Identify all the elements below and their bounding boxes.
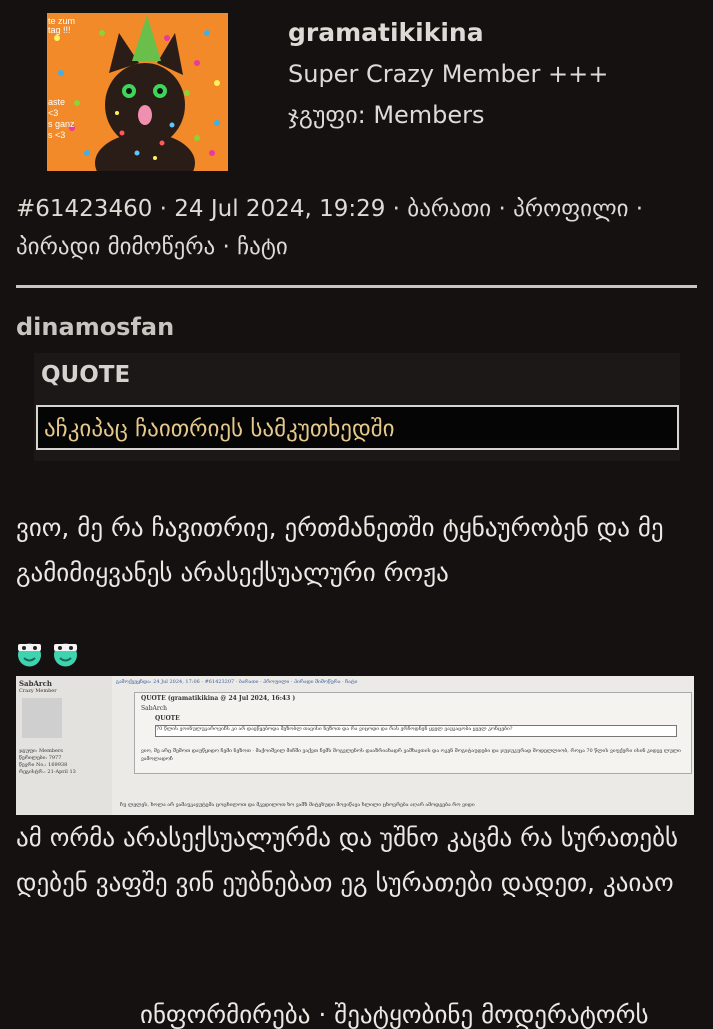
ss-avatar: [22, 698, 62, 738]
card-link[interactable]: ბარათი: [407, 196, 491, 222]
user-avatar[interactable]: te zum tag !!! aste <3 s ganz s <3: [47, 13, 228, 171]
quote-author: dinamosfan: [16, 313, 175, 341]
quote-text: აჩკიპაც ჩაითრიეს სამკუთხედში: [36, 405, 679, 450]
avatar-text: s ganz: [48, 119, 75, 129]
ss-quote: QUOTE (gramatikikina @ 24 Jul 2024, 16:4…: [134, 692, 692, 774]
avatar-text: aste: [48, 97, 66, 107]
ss-inner-quote-header: QUOTE: [155, 715, 180, 722]
nerd-smiley-icon: [18, 643, 41, 667]
embedded-screenshot[interactable]: SabArch Crazy Member ჯგუფი: Members წერი…: [16, 676, 694, 815]
pm-link[interactable]: პირადი მიმოწერა: [16, 234, 215, 260]
chat-link[interactable]: ჩატი: [237, 234, 288, 260]
separator: ·: [491, 196, 514, 222]
ss-stat: წევრი No.: 169938: [19, 762, 68, 768]
avatar-text: <3: [48, 108, 59, 118]
post-footer-links[interactable]: ინფორმირება · შეატყობინე მოდერატორს: [140, 1000, 713, 1029]
party-cat-avatar: [47, 13, 228, 171]
quote-block: QUOTE აჩკიპაც ჩაითრიეს სამკუთხედში: [34, 353, 680, 461]
author-name[interactable]: gramatikikina: [288, 18, 484, 47]
ss-sidebar: SabArch Crazy Member ჯგუფი: Members წერი…: [16, 676, 112, 815]
ss-inner-quote: 70 წლის ვოინულუკაროვიჩს კი არ დაეწყებოდა…: [155, 725, 677, 737]
post-meta: #61423460 · 24 Jul 2024, 19:29 · ბარათი …: [16, 190, 706, 266]
separator: ·: [215, 234, 238, 260]
ss-footer: ჩუ ლელეს, ხოლა არ ვამაუკავუტემა ცოცხილოთ…: [120, 802, 475, 808]
separator: ·: [628, 196, 644, 222]
ss-username: SabArch: [19, 679, 52, 688]
ss-stats: ჯგუფი: Members წერილები: 7977 წევრი No.:…: [19, 748, 76, 776]
ss-body: ვიო, მე არც შემოთ დაუწყიდო ჩემი ნეზოთ · …: [141, 748, 681, 762]
post-id[interactable]: #61423460: [16, 196, 152, 222]
author-rank: Super Crazy Member +++: [288, 60, 609, 88]
separator: ·: [152, 196, 175, 222]
post-text: ვიო, მე რა ჩავითრიე, ერთმანეთში ტყნაურობ…: [16, 513, 664, 587]
quote-header: QUOTE: [41, 362, 131, 388]
ss-meta-bar: გამოქვეყნდა: 24 Jul 2024, 17:06 · #61423…: [116, 679, 358, 685]
ss-quote-label: QUOTE (gramatikikina @ 24 Jul 2024, 16:4…: [141, 695, 296, 702]
avatar-text: tag !!!: [48, 25, 71, 35]
post-date: 24 Jul 2024, 19:29: [174, 196, 386, 222]
separator: ·: [385, 196, 408, 222]
profile-link[interactable]: პროფილი: [513, 196, 628, 222]
ss-stat: რეგისტრ.: 21-April 13: [19, 769, 76, 775]
ss-stat: ჯგუფი: Members: [19, 748, 63, 754]
ss-stat: წერილები: 7977: [19, 755, 62, 761]
post-text-2: ამ ორმა არასექსუალურმა და უშნო კაცმა რა …: [16, 823, 679, 897]
smilies: [16, 640, 83, 671]
ss-quote-author: SabArch: [141, 705, 167, 712]
author-group: ჯგუფი: Members: [288, 101, 485, 129]
ss-rank: Crazy Member: [19, 688, 57, 694]
avatar-text: s <3: [48, 130, 66, 140]
divider: [16, 285, 697, 288]
nerd-smiley-icon: [54, 643, 78, 667]
